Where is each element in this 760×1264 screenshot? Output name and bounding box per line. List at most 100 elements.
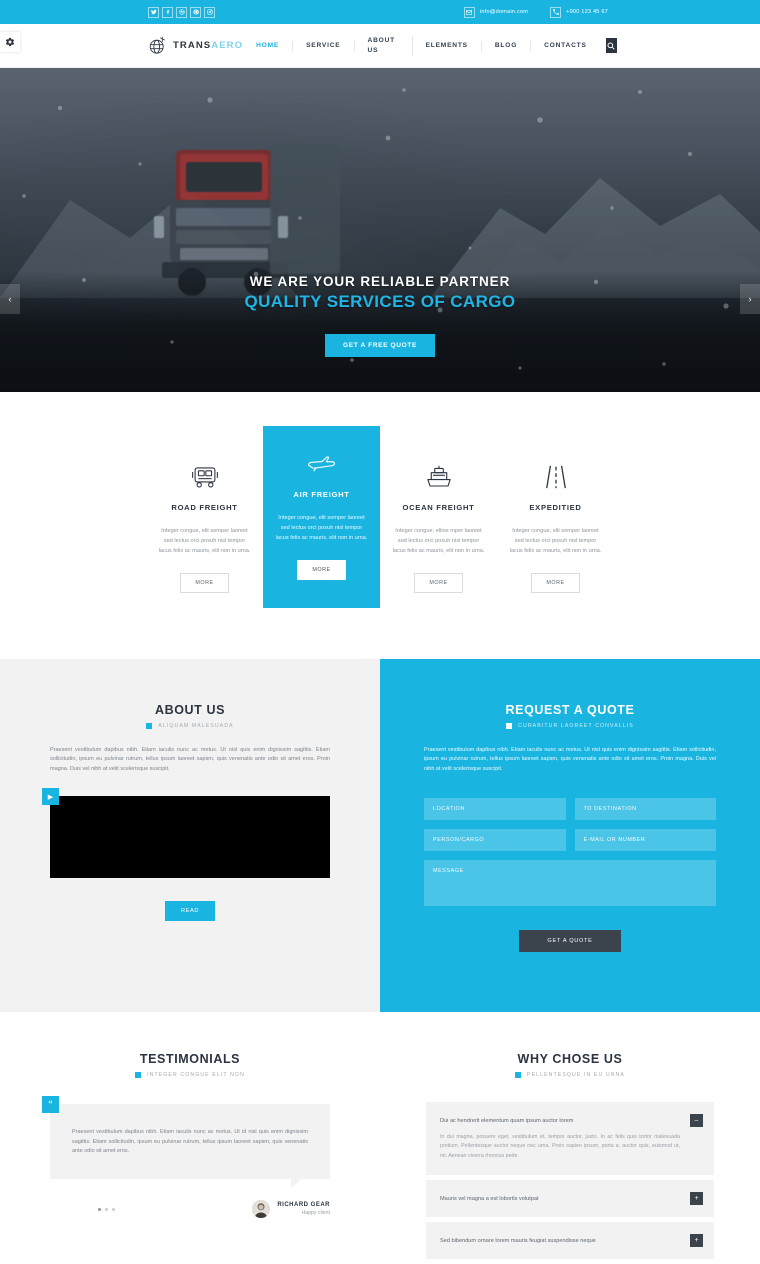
slider-next-arrow[interactable]: › xyxy=(740,284,760,314)
service-text: Integer congue, elitse mper laoreet sed … xyxy=(392,528,485,554)
hero-subtitle: WE ARE YOUR RELIABLE PARTNER xyxy=(249,274,511,289)
about-title: ABOUT US xyxy=(154,703,226,717)
quote-form: GET A QUOTE xyxy=(424,798,716,953)
site-logo[interactable]: TRANSAERO xyxy=(148,36,243,55)
testimonials-title: TESTIMONIALS xyxy=(139,1052,241,1067)
settings-gear-button[interactable] xyxy=(0,32,20,52)
accordion-item-3[interactable]: Sed bibendum ornare lorem mauris feugiat… xyxy=(426,1221,714,1259)
person-cargo-input[interactable] xyxy=(424,829,566,852)
quote-title: REQUEST A QUOTE xyxy=(505,703,635,717)
bullet-square-icon xyxy=(146,723,153,729)
accordion: Dui ac hendrerit elementum quam ipsum au… xyxy=(426,1102,714,1259)
testimonial-text: Praesent vestibulum dapibus nibh. Etiam … xyxy=(72,1129,308,1155)
testimonials-heading: TESTIMONIALS INTEGER CONGUE ELIT NON xyxy=(50,1052,330,1079)
accordion-header[interactable]: Dui ac hendrerit elementum quam ipsum au… xyxy=(426,1102,714,1128)
about-us-section: ABOUT US ALIQUAM MALESUADA Praesent vest… xyxy=(0,659,380,1013)
social-links xyxy=(148,6,215,18)
instagram-icon[interactable] xyxy=(204,6,215,18)
logo-accent: AERO xyxy=(211,40,244,51)
slider-prev-arrow[interactable]: ‹ xyxy=(0,284,20,314)
about-video[interactable]: ▶ xyxy=(42,788,330,879)
phone-contact[interactable]: +900 123 45 67 xyxy=(550,6,608,18)
avatar xyxy=(252,1200,271,1218)
service-card-ocean-freight[interactable]: OCEAN FREIGHT Integer congue, elitse mpe… xyxy=(380,444,497,615)
hero-slider: WE ARE YOUR RELIABLE PARTNER QUALITY SER… xyxy=(0,68,760,392)
road-icon xyxy=(503,459,608,495)
nav-item-about-us[interactable]: ABOUT US xyxy=(355,35,413,56)
accordion-toggle-plus-icon[interactable]: + xyxy=(690,1191,703,1205)
author-role: Happy client xyxy=(301,1210,330,1216)
facebook-icon[interactable] xyxy=(162,6,173,18)
search-button[interactable] xyxy=(605,38,618,53)
nav-item-contacts[interactable]: CONTACTS xyxy=(531,41,600,51)
accordion-body-text: In dui magna, posuere eget, vestibulum e… xyxy=(440,1134,680,1159)
why-subtitle: PELLENTESQUE IN EU URNA xyxy=(527,1072,625,1079)
service-title: ROAD FREIGHT xyxy=(171,503,238,512)
email-or-number-input[interactable] xyxy=(574,829,716,852)
accordion-item-2[interactable]: Mauris vel magna a est lobortis volutpat… xyxy=(426,1179,714,1217)
message-textarea[interactable] xyxy=(424,860,716,907)
service-more-button[interactable]: MORE xyxy=(531,573,580,593)
service-more-button[interactable]: MORE xyxy=(297,560,346,580)
carousel-dots[interactable] xyxy=(98,1207,115,1211)
accordion-toggle-plus-icon[interactable]: + xyxy=(690,1233,703,1247)
accordion-header[interactable]: Sed bibendum ornare lorem mauris feugiat… xyxy=(426,1222,714,1259)
site-header: TRANSAERO HOME SERVICE ABOUT US ELEMENTS… xyxy=(0,24,760,68)
testimonial-author: RICHARD GEAR Happy client xyxy=(252,1200,330,1218)
testimonial-card-wrapper: “ Praesent vestibulum dapibus nibh. Etia… xyxy=(42,1096,330,1188)
get-a-quote-button[interactable]: GET A QUOTE xyxy=(519,930,621,953)
destination-input[interactable] xyxy=(574,798,716,821)
get-a-free-quote-button[interactable]: GET A FREE QUOTE xyxy=(325,334,435,357)
service-title: OCEAN FREIGHT xyxy=(402,503,475,512)
accordion-toggle-minus-icon[interactable]: – xyxy=(690,1114,703,1128)
author-info: RICHARD GEAR Happy client xyxy=(277,1202,330,1216)
play-icon[interactable]: ▶ xyxy=(42,788,59,806)
location-input[interactable] xyxy=(424,798,566,821)
nav-item-home[interactable]: HOME xyxy=(243,40,294,51)
request-quote-section: REQUEST A QUOTE CURABITUR LAOREET CONVAL… xyxy=(380,659,760,1013)
quote-text: Praesent vestibulum dapibus nibh. Etiam … xyxy=(424,747,716,772)
quote-heading: REQUEST A QUOTE CURABITUR LAOREET CONVAL… xyxy=(424,703,716,729)
read-button[interactable]: READ xyxy=(165,901,215,922)
accordion-title: Mauris vel magna a est lobortis volutpat xyxy=(440,1195,539,1202)
carousel-dot-1[interactable] xyxy=(98,1207,101,1211)
why-title: WHY CHOSE US xyxy=(517,1052,623,1067)
nav-item-service[interactable]: SERVICE xyxy=(293,40,355,51)
globe-plane-icon xyxy=(148,36,167,55)
twitter-icon[interactable] xyxy=(148,6,159,18)
dribbble-icon[interactable] xyxy=(176,6,187,18)
accordion-header[interactable]: Mauris vel magna a est lobortis volutpat… xyxy=(426,1180,714,1217)
service-more-button[interactable]: MORE xyxy=(414,573,463,593)
nav-item-elements[interactable]: ELEMENTS xyxy=(413,40,482,51)
nav-item-blog[interactable]: BLOG xyxy=(482,40,532,51)
testimonial-footer: RICHARD GEAR Happy client xyxy=(50,1200,330,1218)
page-root: info@domain.com +900 123 45 67 TRANSAERO… xyxy=(0,0,760,1264)
carousel-dot-2[interactable] xyxy=(105,1207,108,1211)
service-text: Integer congue, elit semper laoreet sed … xyxy=(275,515,368,541)
carousel-dot-3[interactable] xyxy=(112,1207,115,1211)
service-card-road-freight[interactable]: ROAD FREIGHT Integer congue, elit semper… xyxy=(146,444,263,615)
airplane-icon xyxy=(269,446,374,482)
video-placeholder[interactable] xyxy=(50,796,330,879)
form-row-1 xyxy=(424,798,716,821)
service-more-button[interactable]: MORE xyxy=(180,573,229,593)
about-text: Praesent vestibulum dapibus nibh. Etiam … xyxy=(50,747,330,772)
pinterest-icon[interactable] xyxy=(190,6,201,18)
testimonials-section: TESTIMONIALS INTEGER CONGUE ELIT NON “ P… xyxy=(0,1052,380,1264)
phone-text: +900 123 45 67 xyxy=(566,9,608,15)
about-subtitle: ALIQUAM MALESUADA xyxy=(158,723,234,729)
testimonial-card: Praesent vestibulum dapibus nibh. Etiam … xyxy=(50,1104,330,1179)
service-title: EXPEDITIED xyxy=(529,503,582,512)
why-chose-us-section: WHY CHOSE US PELLENTESQUE IN EU URNA Dui… xyxy=(380,1052,760,1264)
testimonials-why-row: TESTIMONIALS INTEGER CONGUE ELIT NON “ P… xyxy=(0,1012,760,1264)
hero-title: QUALITY SERVICES OF CARGO xyxy=(244,292,516,311)
accordion-item-1[interactable]: Dui ac hendrerit elementum quam ipsum au… xyxy=(426,1102,714,1175)
testimonial-tail xyxy=(291,1179,302,1188)
service-card-air-freight[interactable]: AIR FREIGHT Integer congue, elit semper … xyxy=(263,426,380,608)
service-text: Integer congue, elit semper laoreet sed … xyxy=(509,528,602,554)
main-navigation: HOME SERVICE ABOUT US ELEMENTS BLOG CONT… xyxy=(243,35,618,56)
quote-mark-icon: “ xyxy=(42,1096,59,1114)
bullet-square-icon xyxy=(135,1072,142,1079)
service-card-expeditied[interactable]: EXPEDITIED Integer congue, elit semper l… xyxy=(497,444,614,615)
email-contact[interactable]: info@domain.com xyxy=(463,6,528,18)
